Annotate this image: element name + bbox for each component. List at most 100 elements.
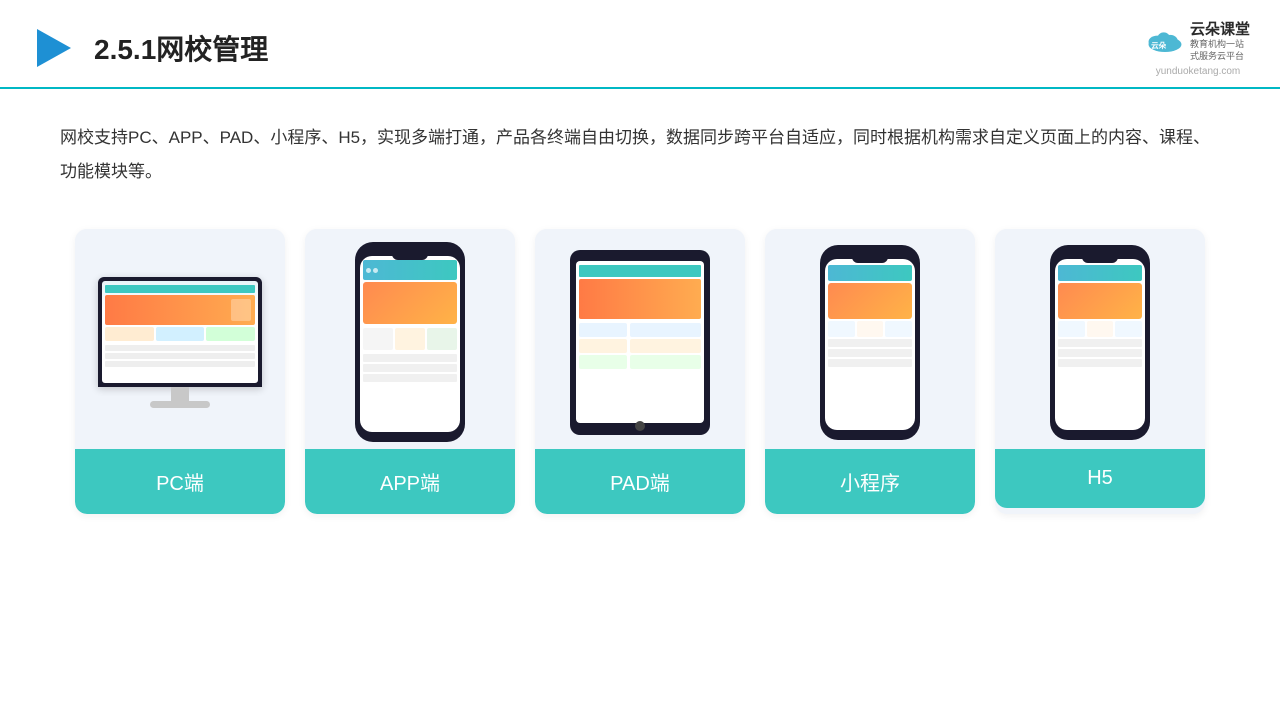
- card-miniprogram-label: 小程序: [765, 449, 975, 514]
- miniprogram-phone-notch: [852, 255, 888, 263]
- miniprogram-screen-content: [825, 259, 915, 430]
- miniprogram-phone-screen: [825, 259, 915, 430]
- pc-card-3: [206, 327, 255, 341]
- h5-row-2: [1058, 349, 1142, 357]
- miniprogram-grid: [828, 321, 912, 337]
- card-miniprogram: 小程序: [765, 229, 975, 514]
- app-dot-2: [373, 268, 378, 273]
- h5-banner: [1058, 283, 1142, 319]
- app-list-1: [363, 354, 457, 362]
- pc-nav-bar: [105, 285, 255, 293]
- monitor-wrapper: [98, 277, 262, 387]
- pad-block-1: [579, 323, 627, 337]
- logo-tagline: 教育机构一站式服务云平台: [1190, 39, 1250, 62]
- play-icon: [30, 24, 78, 72]
- card-pad-image: [535, 229, 745, 449]
- card-app-image: [305, 229, 515, 449]
- app-phone-mockup: [355, 242, 465, 442]
- pad-banner: [579, 279, 701, 319]
- pad-block-3: [579, 355, 627, 369]
- miniprogram-banner: [828, 283, 912, 319]
- app-list: [363, 354, 457, 382]
- h5-phone-screen: [1055, 259, 1145, 430]
- app-screen-content: [360, 256, 460, 432]
- h5-grid-1: [1058, 321, 1085, 337]
- logo-text: 云朵课堂 教育机构一站式服务云平台: [1190, 18, 1250, 62]
- card-pad-label: PAD端: [535, 449, 745, 514]
- pad-block-2: [579, 339, 627, 353]
- miniprogram-row-3: [828, 359, 912, 367]
- app-banner: [363, 282, 457, 324]
- pad-block-4: [630, 323, 701, 337]
- h5-rows: [1058, 339, 1142, 367]
- h5-phone-notch: [1082, 255, 1118, 263]
- card-pc: PC端: [75, 229, 285, 514]
- cloud-icon: 云朵: [1146, 26, 1184, 54]
- monitor-base: [150, 401, 210, 408]
- description-text: 网校支持PC、APP、PAD、小程序、H5，实现多端打通，产品各终端自由切换，数…: [60, 128, 1210, 181]
- header: 2.5.1网校管理 云朵 云朵课堂 教育机构一站式服务云平台 yunduoket…: [0, 0, 1280, 89]
- miniprogram-rows: [828, 339, 912, 367]
- pad-content-area: [579, 323, 701, 419]
- card-pad: PAD端: [535, 229, 745, 514]
- logo-url: yunduoketang.com: [1156, 66, 1241, 77]
- h5-grid-3: [1115, 321, 1142, 337]
- h5-screen-content: [1055, 259, 1145, 430]
- pad-nav-bar: [579, 265, 701, 277]
- miniprogram-grid-2: [857, 321, 884, 337]
- svg-text:云朵: 云朵: [1151, 40, 1167, 50]
- app-grid: [363, 328, 457, 350]
- pad-home-button: [635, 421, 645, 431]
- logo-cloud: 云朵 云朵课堂 教育机构一站式服务云平台: [1146, 18, 1250, 62]
- h5-header: [1058, 265, 1142, 281]
- pc-card-2: [156, 327, 205, 341]
- miniprogram-header: [828, 265, 912, 281]
- card-app-label: APP端: [305, 449, 515, 514]
- miniprogram-grid-3: [885, 321, 912, 337]
- card-h5: H5: [995, 229, 1205, 514]
- app-grid-1: [363, 328, 393, 350]
- monitor-neck: [171, 387, 189, 401]
- app-phone-notch: [392, 252, 428, 260]
- page-title: 2.5.1网校管理: [94, 28, 268, 68]
- pc-card-1: [105, 327, 154, 341]
- app-list-2: [363, 364, 457, 372]
- h5-row-3: [1058, 359, 1142, 367]
- pc-row-2: [105, 353, 255, 359]
- pad-tablet-mockup: [570, 250, 710, 435]
- card-h5-label: H5: [995, 449, 1205, 508]
- pad-col-2: [630, 323, 701, 419]
- app-header-bar: [363, 260, 457, 280]
- pc-row-3: [105, 361, 255, 367]
- h5-grid: [1058, 321, 1142, 337]
- pc-rows: [105, 345, 255, 367]
- h5-row-1: [1058, 339, 1142, 347]
- pad-block-6: [630, 355, 701, 369]
- card-pc-label: PC端: [75, 449, 285, 514]
- miniprogram-phone-mockup: [820, 245, 920, 440]
- cards-container: PC端: [0, 219, 1280, 514]
- pad-tablet-screen: [576, 261, 704, 423]
- pc-monitor: [98, 277, 262, 408]
- card-h5-image: [995, 229, 1205, 449]
- header-left: 2.5.1网校管理: [30, 24, 268, 72]
- app-grid-3: [427, 328, 457, 350]
- app-list-3: [363, 374, 457, 382]
- pad-screen-content: [576, 261, 704, 423]
- card-miniprogram-image: [765, 229, 975, 449]
- h5-grid-2: [1087, 321, 1114, 337]
- pc-cards-row: [105, 327, 255, 341]
- card-app: APP端: [305, 229, 515, 514]
- app-dot-1: [366, 268, 371, 273]
- miniprogram-grid-1: [828, 321, 855, 337]
- pad-col-1: [579, 323, 627, 419]
- monitor-screen: [102, 281, 258, 383]
- h5-phone-mockup: [1050, 245, 1150, 440]
- card-pc-image: [75, 229, 285, 449]
- app-grid-2: [395, 328, 425, 350]
- pc-banner: [105, 295, 255, 325]
- logo-area: 云朵 云朵课堂 教育机构一站式服务云平台 yunduoketang.com: [1146, 18, 1250, 77]
- pad-block-5: [630, 339, 701, 353]
- pc-screen-content: [102, 281, 258, 383]
- logo-main-text: 云朵课堂: [1190, 18, 1250, 39]
